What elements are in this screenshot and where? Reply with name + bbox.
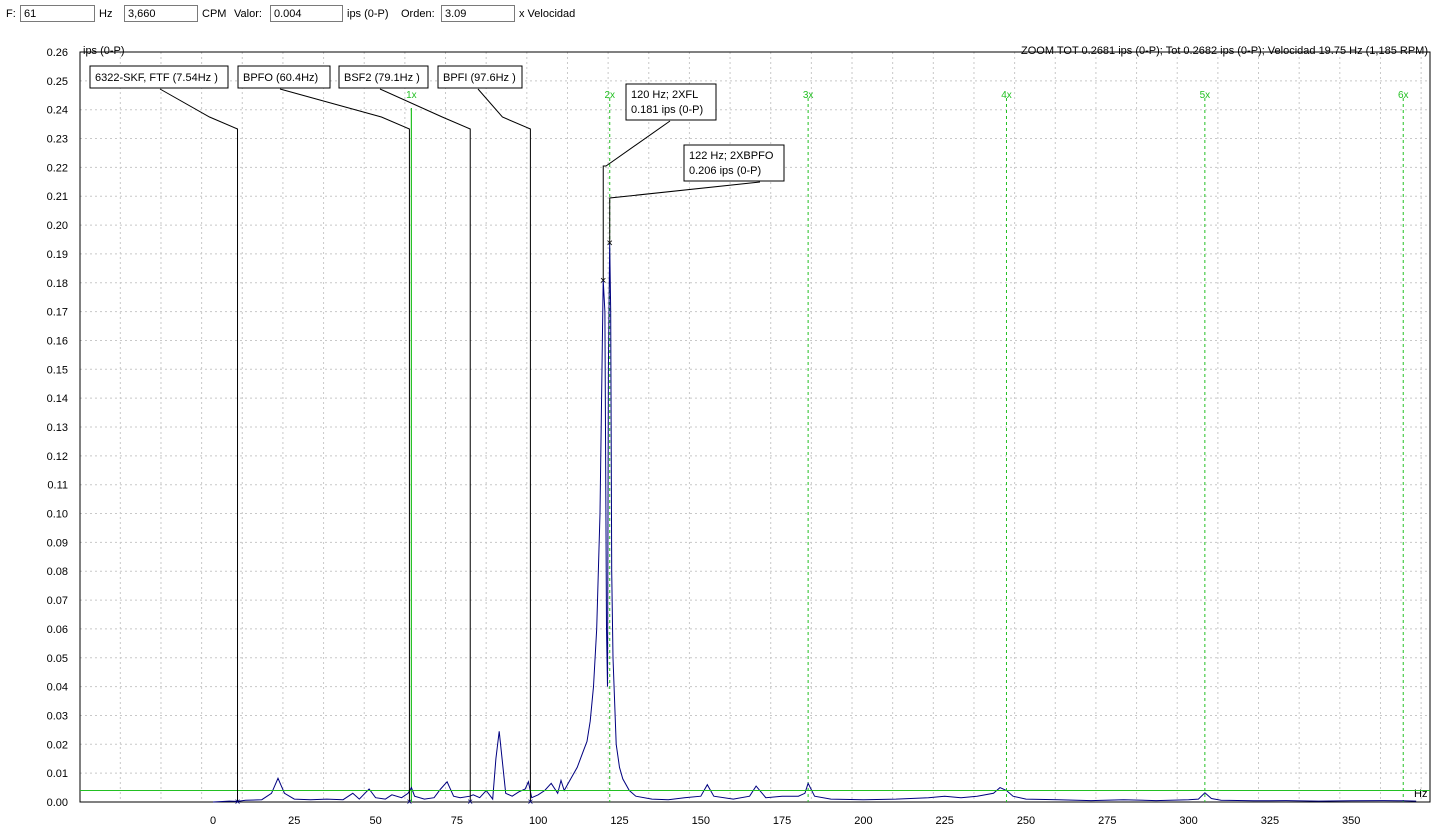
harmonic-label: 5x bbox=[1200, 90, 1211, 101]
peak-leader-line bbox=[609, 181, 761, 243]
x-tick-label: 125 bbox=[610, 815, 628, 827]
y-tick-label: 0.14 bbox=[47, 393, 68, 405]
y-tick-label: 0.22 bbox=[47, 162, 68, 174]
fault-point-mark: × bbox=[406, 797, 412, 808]
harmonic-label: 1x bbox=[406, 90, 417, 101]
y-tick-label: 0.01 bbox=[47, 768, 68, 780]
harmonic-label: 6x bbox=[1398, 90, 1409, 101]
x-tick-label: 175 bbox=[773, 815, 791, 827]
y-tick-label: 0.21 bbox=[47, 191, 68, 203]
x-tick-label: 225 bbox=[936, 815, 954, 827]
harmonic-label: 3x bbox=[803, 90, 814, 101]
x-tick-label: 25 bbox=[288, 815, 300, 827]
y-tick-label: 0.00 bbox=[47, 797, 68, 809]
y-tick-label: 0.05 bbox=[47, 653, 68, 665]
x-tick-label: 275 bbox=[1098, 815, 1116, 827]
y-tick-label: 0.10 bbox=[47, 509, 68, 521]
fault-point-mark: × bbox=[235, 797, 241, 808]
peak-point-mark: × bbox=[600, 275, 606, 287]
y-axis-label: ips (0-P) bbox=[83, 45, 125, 57]
fault-label: BSF2 (79.1Hz ) bbox=[344, 72, 420, 84]
fault-marker: BPFO (60.4Hz) × bbox=[237, 65, 412, 808]
peak-label-line2: 0.206 ips (0-P) bbox=[689, 165, 761, 177]
x-tick-label: 350 bbox=[1342, 815, 1360, 827]
spectrum-line bbox=[212, 242, 1417, 803]
y-tick-label: 0.16 bbox=[47, 335, 68, 347]
x-tick-label: 200 bbox=[854, 815, 872, 827]
spectrum-series bbox=[212, 242, 1417, 803]
x-tick-label: 0 bbox=[210, 815, 216, 827]
y-tick-label: 0.07 bbox=[47, 595, 68, 607]
y-tick-label: 0.09 bbox=[47, 537, 68, 549]
spectrum-chart[interactable]: ips (0-P) Hz ZOOM TOT 0.2681 ips (0-P); … bbox=[0, 0, 1450, 832]
summary-readout: ZOOM TOT 0.2681 ips (0-P); Tot 0.2682 ip… bbox=[1021, 45, 1428, 57]
fault-frequency-markers: 6322-SKF, FTF (7.54Hz )×BPFO (60.4Hz)×BS… bbox=[89, 65, 533, 808]
harmonic-markers: 1x 2x 3x 4x 5x 6x bbox=[406, 90, 1409, 802]
y-tick-label: 0.15 bbox=[47, 364, 68, 376]
harmonic-label: 4x bbox=[1001, 90, 1012, 101]
y-tick-label: 0.19 bbox=[47, 249, 68, 261]
x-tick-label: 325 bbox=[1261, 815, 1279, 827]
fault-point-mark: × bbox=[527, 797, 533, 808]
y-tick-label: 0.08 bbox=[47, 566, 68, 578]
fault-marker: 6322-SKF, FTF (7.54Hz ) × bbox=[89, 65, 241, 808]
fault-label: 6322-SKF, FTF (7.54Hz ) bbox=[95, 72, 218, 84]
y-tick-label: 0.18 bbox=[47, 278, 68, 290]
x-tick-label: 150 bbox=[692, 815, 710, 827]
y-tick-label: 0.02 bbox=[47, 739, 68, 751]
y-tick-label: 0.11 bbox=[47, 480, 68, 492]
fault-point-mark: × bbox=[467, 797, 473, 808]
x-tick-label: 300 bbox=[1179, 815, 1197, 827]
y-tick-label: 0.17 bbox=[47, 307, 68, 319]
y-tick-label: 0.12 bbox=[47, 451, 68, 463]
y-tick-label: 0.26 bbox=[47, 47, 68, 59]
y-tick-label: 0.06 bbox=[47, 624, 68, 636]
peak-annotation: 122 Hz; 2XBPFO 0.206 ips (0-P) × bbox=[607, 144, 785, 249]
peak-annotation: 120 Hz; 2XFL 0.181 ips (0-P) × bbox=[600, 83, 717, 287]
x-tick-label: 75 bbox=[451, 815, 463, 827]
x-tick-label: 250 bbox=[1017, 815, 1035, 827]
peak-label-line1: 122 Hz; 2XBPFO bbox=[689, 150, 774, 162]
y-tick-label: 0.13 bbox=[47, 422, 68, 434]
x-tick-label: 50 bbox=[369, 815, 381, 827]
peak-annotations: 120 Hz; 2XFL0.181 ips (0-P)×122 Hz; 2XBP… bbox=[600, 83, 785, 287]
y-tick-label: 0.04 bbox=[47, 682, 68, 694]
x-axis-label: Hz bbox=[1414, 788, 1427, 800]
peak-leader-line bbox=[602, 120, 671, 280]
y-tick-label: 0.23 bbox=[47, 134, 68, 146]
peak-point-mark: × bbox=[607, 237, 613, 249]
fault-label: BPFO (60.4Hz) bbox=[243, 72, 318, 84]
harmonic-label: 2x bbox=[604, 90, 615, 101]
fault-marker: BSF2 (79.1Hz ) × bbox=[338, 65, 473, 808]
fault-label: BPFI (97.6Hz ) bbox=[443, 72, 516, 84]
x-tick-label: 100 bbox=[529, 815, 547, 827]
y-tick-label: 0.03 bbox=[47, 710, 68, 722]
peak-label-line2: 0.181 ips (0-P) bbox=[631, 104, 703, 116]
y-tick-label: 0.24 bbox=[47, 105, 68, 117]
y-tick-label: 0.20 bbox=[47, 220, 68, 232]
y-tick-label: 0.25 bbox=[47, 76, 68, 88]
peak-label-line1: 120 Hz; 2XFL bbox=[631, 89, 698, 101]
